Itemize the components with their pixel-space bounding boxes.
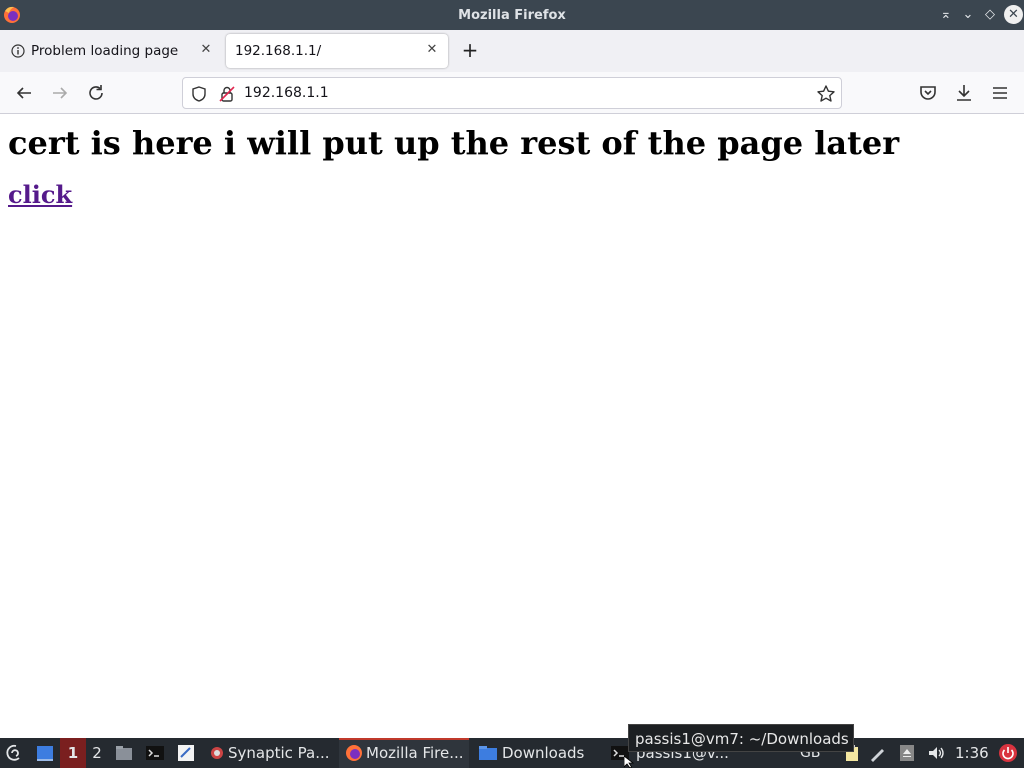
pen-icon[interactable] xyxy=(868,743,888,763)
power-icon[interactable] xyxy=(998,743,1018,763)
window-minimize-icon[interactable]: ⌄ xyxy=(960,7,976,23)
file-manager-launcher-icon[interactable] xyxy=(114,743,134,763)
workspace-1[interactable]: 1 xyxy=(60,738,86,768)
url-text: 192.168.1.1 xyxy=(244,85,329,101)
bookmark-star-icon[interactable] xyxy=(816,84,836,104)
info-icon xyxy=(11,44,25,58)
volume-icon[interactable] xyxy=(926,743,946,763)
text-editor-launcher-icon[interactable] xyxy=(176,743,196,763)
terminal-launcher-icon[interactable] xyxy=(145,743,165,763)
folder-icon xyxy=(479,746,497,760)
task-firefox[interactable]: Mozilla Fire... xyxy=(366,738,464,768)
page-content: cert is here i will put up the rest of t… xyxy=(0,114,1024,738)
tab-close-icon[interactable]: ✕ xyxy=(424,42,440,58)
back-icon[interactable] xyxy=(12,81,36,105)
new-tab-icon[interactable]: + xyxy=(459,39,481,61)
tab-label: 192.168.1.1/ xyxy=(235,43,322,59)
page-heading: cert is here i will put up the rest of t… xyxy=(8,124,900,162)
click-link[interactable]: click xyxy=(8,180,72,209)
synaptic-icon xyxy=(211,747,223,759)
task-synaptic[interactable]: Synaptic Pa... xyxy=(228,738,330,768)
window-maximize-icon[interactable]: ◇ xyxy=(982,7,998,23)
mouse-cursor-icon xyxy=(624,756,634,768)
reload-icon[interactable] xyxy=(84,81,108,105)
tab-label: Problem loading page xyxy=(31,43,179,59)
insecure-lock-icon[interactable] xyxy=(218,85,236,103)
window-titlebar: Mozilla Firefox ⌅ ⌄ ◇ ✕ xyxy=(0,0,1024,30)
window-keep-above-icon[interactable]: ⌅ xyxy=(938,7,954,23)
show-desktop-icon[interactable] xyxy=(35,743,55,763)
tab-problem-loading[interactable]: Problem loading page ✕ xyxy=(2,34,220,68)
taskbar-tooltip: passis1@vm7: ~/Downloads xyxy=(628,724,854,752)
window-close-icon[interactable]: ✕ xyxy=(1004,5,1023,24)
clock[interactable]: 1:36 xyxy=(955,738,989,768)
workspace-2[interactable]: 2 xyxy=(88,738,106,768)
tab-close-icon[interactable]: ✕ xyxy=(198,42,214,58)
forward-icon[interactable] xyxy=(48,81,72,105)
menu-icon[interactable] xyxy=(988,81,1012,105)
task-downloads[interactable]: Downloads xyxy=(502,738,584,768)
downloads-icon[interactable] xyxy=(952,81,976,105)
url-bar[interactable]: 192.168.1.1 xyxy=(182,77,842,109)
tab-strip: Problem loading page ✕ 192.168.1.1/ ✕ + xyxy=(0,30,1024,72)
window-title: Mozilla Firefox xyxy=(458,8,566,23)
taskbar: 1 2 Synaptic Pa... Mozilla Fire... Downl… xyxy=(0,738,1024,768)
pocket-icon[interactable] xyxy=(916,81,940,105)
navigation-toolbar: 192.168.1.1 xyxy=(0,72,1024,114)
shield-icon[interactable] xyxy=(190,85,208,103)
firefox-task-icon xyxy=(346,745,362,761)
eject-icon[interactable] xyxy=(897,743,917,763)
debian-menu-icon[interactable] xyxy=(4,743,24,763)
tab-router-page[interactable]: 192.168.1.1/ ✕ xyxy=(226,34,448,68)
